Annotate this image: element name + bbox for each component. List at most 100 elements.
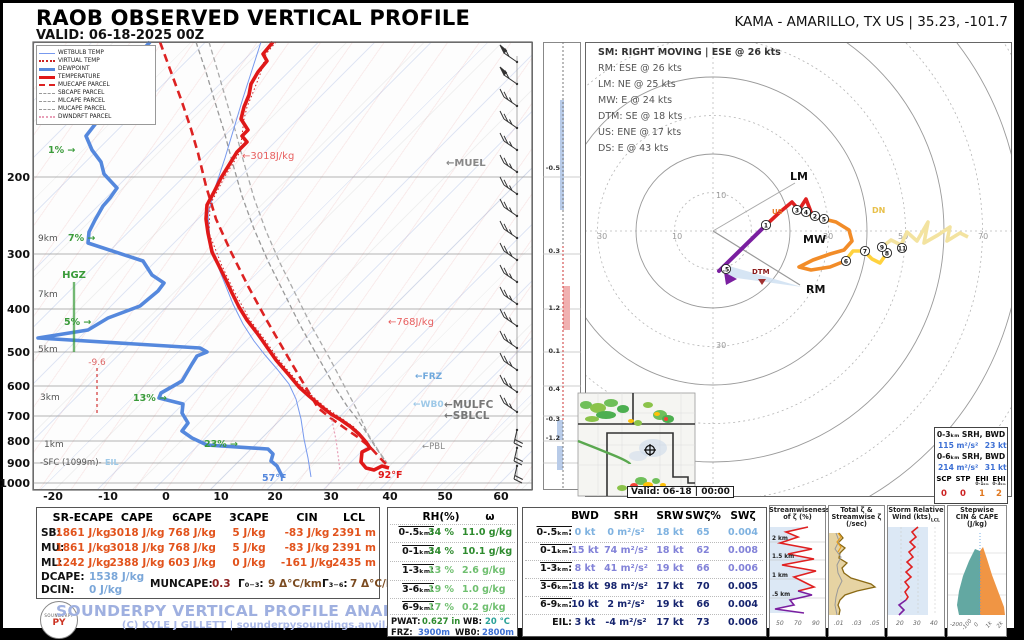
dcin-value: 0 J/kg xyxy=(89,584,122,596)
p1-tick: 70 xyxy=(794,620,802,627)
rh-value: 34 % xyxy=(420,527,462,538)
wb0-label: ←WB0 xyxy=(413,400,444,410)
omega-bar-down xyxy=(563,286,570,330)
svg-text:5: 5 xyxy=(822,217,826,224)
srh-cell: 41 m²/s² xyxy=(600,563,652,574)
table-cell: 2391 m xyxy=(329,542,379,554)
valid-time: VALID: 06-18-2025 00Z xyxy=(36,28,204,43)
p3-tick: 40 xyxy=(930,620,938,627)
wb-value: 20 °C xyxy=(485,616,510,626)
mixing-ratio-value: 1.0 g/kg xyxy=(462,584,506,595)
wb-label: WB: xyxy=(463,616,482,626)
omega-header: ω xyxy=(478,511,502,523)
sfc-temp-label: 92°F xyxy=(378,470,402,481)
swz-cell: 0.006 xyxy=(723,617,763,628)
scp-value: 0 xyxy=(936,489,952,499)
rh-value: 19 % xyxy=(420,584,462,595)
svg-text:5km: 5km xyxy=(38,345,58,355)
scp-header: SCP xyxy=(936,475,952,483)
svg-text:4: 4 xyxy=(804,210,808,217)
total-zeta-plot xyxy=(829,533,884,615)
p2-tick: .03 xyxy=(852,620,862,627)
swzpct-cell: 70 xyxy=(685,581,721,592)
swzpct-cell: 66 xyxy=(685,599,721,610)
temperature-swatch xyxy=(39,76,55,79)
swz-cell: 0.004 xyxy=(723,527,763,538)
ehi03-sub: 0-3ₖₘ xyxy=(991,482,1007,487)
svg-text:300: 300 xyxy=(7,248,30,261)
cape-col-header: CIN xyxy=(277,511,337,524)
svg-text:1.2: 1.2 xyxy=(548,304,560,312)
mixing-ratio-value: 10.1 g/kg xyxy=(462,546,512,557)
svg-text:0.4: 0.4 xyxy=(548,385,560,393)
srh-cell: 0 m²/s² xyxy=(600,527,652,538)
p3-tick: 20 xyxy=(896,620,904,627)
muel-label: ←MUEL xyxy=(446,158,486,169)
svg-text:70: 70 xyxy=(978,232,988,241)
svg-text:200: 200 xyxy=(7,171,30,184)
sm-line: SM: RIGHT MOVING | ESE @ 26 kts xyxy=(598,45,781,61)
p1-title2: of ζ (%) xyxy=(769,514,826,522)
svg-text:400: 400 xyxy=(7,303,30,316)
svg-text:7: 7 xyxy=(863,249,867,256)
svg-text:0.1: 0.1 xyxy=(548,347,560,355)
svg-text:900: 900 xyxy=(7,457,30,470)
table-cell: 5 J/kg xyxy=(218,542,280,554)
frz-label2: FRZ: xyxy=(391,627,413,637)
svg-text:8: 8 xyxy=(885,251,889,258)
swzpct-cell: 66 xyxy=(685,563,721,574)
svg-text:HGZ: HGZ xyxy=(62,270,86,281)
table-cell: 603 J/kg xyxy=(161,557,223,569)
dcape-value: 1538 J/kg xyxy=(89,571,144,583)
dtm-marker xyxy=(758,279,766,285)
table-cell: -83 J/kg xyxy=(277,542,337,554)
ds-line: DS: E @ 43 kts xyxy=(598,141,781,157)
muecape-parcel-line xyxy=(160,42,389,467)
svg-text:-20: -20 xyxy=(43,490,63,503)
p3-tick: 30 xyxy=(913,620,921,627)
mlcape-swatch xyxy=(39,101,55,102)
skewt-legend: WETBULB TEMP VIRTUAL TEMP DEWPOINT TEMPE… xyxy=(36,45,156,125)
svg-text:-0.5: -0.5 xyxy=(546,164,561,172)
svg-text:3: 3 xyxy=(795,208,799,215)
stepwise-cin-area xyxy=(957,549,980,615)
dtm-label: DTM xyxy=(752,268,770,276)
svg-text:1.5 km: 1.5 km xyxy=(772,554,794,560)
table-cell: 0 J/kg xyxy=(218,557,280,569)
wb0-label2: WB0: xyxy=(455,627,480,637)
svg-text:30: 30 xyxy=(323,490,339,503)
dtm-line: DTM: SE @ 18 kts xyxy=(598,109,781,125)
bwd-0-3-value: 23 kt xyxy=(985,441,1007,450)
table-cell: 768 J/kg xyxy=(161,527,223,539)
cape-col-header: LCL xyxy=(329,511,379,524)
svg-text:-SFC (1099m)-: -SFC (1099m)- xyxy=(40,458,102,468)
svg-text:10: 10 xyxy=(672,232,682,241)
svg-text:1: 1 xyxy=(764,223,768,230)
map-valid-badge: Valid: 06-18 | 00:00 xyxy=(627,486,734,498)
stp-value: 0 xyxy=(955,489,971,499)
stepwise-plot xyxy=(948,533,1006,615)
shear-col-header: SRH xyxy=(600,510,652,522)
svg-text:60: 60 xyxy=(493,490,509,503)
swz-cell: 0.008 xyxy=(723,545,763,556)
svg-text:7% →: 7% → xyxy=(68,233,95,244)
rh-value: 34 % xyxy=(420,546,462,557)
sbcape-parcel-line xyxy=(196,42,386,462)
svg-text:10: 10 xyxy=(716,191,726,200)
svg-text:10: 10 xyxy=(213,490,229,503)
ehi03-value: 2 xyxy=(991,489,1007,499)
gamma03-value: 9 Δ°C/km xyxy=(268,578,322,590)
p2-tick: .05 xyxy=(870,620,880,627)
sbcape-swatch xyxy=(39,93,55,94)
cape-annotation: ←3018J/kg xyxy=(242,151,294,162)
wetbulb-line xyxy=(208,42,311,477)
pbl-label: ←PBL xyxy=(422,442,445,452)
wb0-value: 2800m xyxy=(482,627,514,637)
mlcape-parcel-line xyxy=(209,42,387,463)
svg-text:7km: 7km xyxy=(38,290,58,300)
lm-line: LM: NE @ 25 kts xyxy=(598,77,781,93)
p1-tick: 90 xyxy=(812,620,820,627)
cape6-annotation: ←768J/kg xyxy=(388,317,434,328)
legend-item: WETBULB TEMP xyxy=(58,50,104,56)
srh-0-3-value: 115 m²/s² xyxy=(938,441,978,450)
